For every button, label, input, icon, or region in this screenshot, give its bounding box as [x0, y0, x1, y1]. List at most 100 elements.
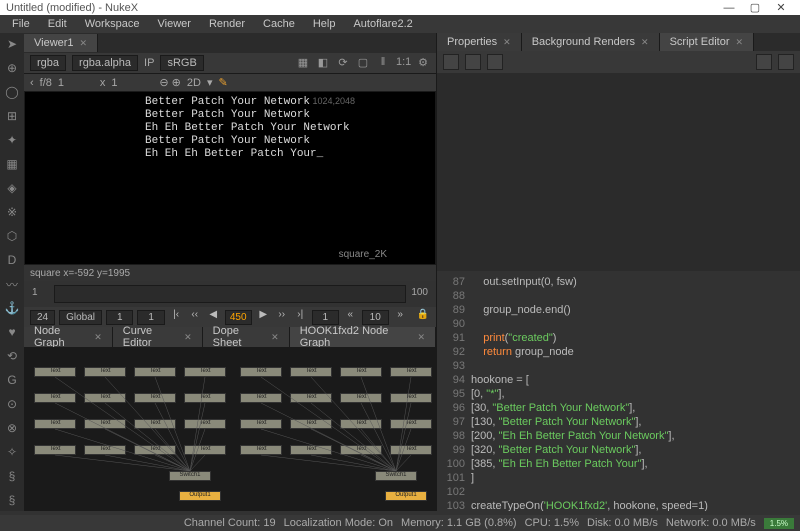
text-node[interactable]: Text [290, 419, 332, 429]
wipe-icon[interactable]: ◧ [316, 56, 330, 70]
close-icon[interactable]: ✕ [417, 332, 425, 343]
ng-tab[interactable]: Dope Sheet✕ [203, 327, 290, 347]
text-node[interactable]: Text [184, 419, 226, 429]
tool-icon-4[interactable]: ✦ [5, 133, 19, 147]
output-node[interactable]: Output1 [179, 491, 221, 501]
clear-button[interactable] [465, 54, 481, 70]
tool-icon-15[interactable]: ⊙ [5, 397, 19, 411]
menu-viewer[interactable]: Viewer [150, 16, 199, 32]
close-icon[interactable]: ✕ [736, 37, 744, 48]
text-node[interactable]: Text [340, 445, 382, 455]
menu-autoflare2.2[interactable]: Autoflare2.2 [345, 16, 420, 32]
first-frame-button[interactable]: |‹ [169, 309, 184, 325]
settings-icon[interactable]: ⚙ [416, 56, 430, 70]
next-keyframe-button[interactable]: ›› [274, 309, 289, 325]
tool-icon-13[interactable]: ⟲ [5, 349, 19, 363]
tool-icon-16[interactable]: ⊗ [5, 421, 19, 435]
step-back-button[interactable]: « [343, 309, 358, 325]
tool-icon-2[interactable]: ◯ [5, 85, 19, 99]
output-node[interactable]: Output1 [385, 491, 427, 501]
tool-icon-11[interactable]: ⚓ [5, 301, 19, 315]
view-mode-dropdown[interactable]: 2D [187, 77, 201, 89]
alpha-dropdown[interactable]: rgba.alpha [72, 55, 138, 71]
panel-tab[interactable]: Background Renders✕ [522, 33, 660, 51]
text-node[interactable]: Text [390, 393, 432, 403]
panel-tab[interactable]: Properties✕ [437, 33, 522, 51]
menu-render[interactable]: Render [201, 16, 253, 32]
frame-out[interactable]: 1 [312, 310, 339, 325]
close-icon[interactable]: ✕ [641, 37, 649, 48]
panel-tab[interactable]: Script Editor✕ [660, 33, 754, 51]
text-node[interactable]: Text [84, 367, 126, 377]
play-forward-button[interactable]: ▶ [256, 309, 271, 325]
roi-icon[interactable]: ▢ [356, 56, 370, 70]
close-panel-button[interactable] [778, 54, 794, 70]
timeline[interactable]: 1 100 [24, 281, 436, 307]
text-node[interactable]: Text [134, 445, 176, 455]
menu-workspace[interactable]: Workspace [77, 16, 148, 32]
chevron-down-icon[interactable]: ▾ [207, 76, 213, 89]
text-node[interactable]: Text [34, 419, 76, 429]
text-node[interactable]: Text [390, 419, 432, 429]
text-node[interactable]: Text [184, 393, 226, 403]
text-node[interactable]: Text [390, 367, 432, 377]
last-frame-button[interactable]: ›| [293, 309, 308, 325]
text-node[interactable]: Text [184, 445, 226, 455]
ng-tab[interactable]: HOOK1fxd2 Node Graph✕ [290, 327, 436, 347]
close-icon[interactable]: ✕ [271, 332, 279, 343]
prev-keyframe-button[interactable]: ‹‹ [187, 309, 202, 325]
step-fwd-button[interactable]: » [393, 309, 408, 325]
tool-icon-8[interactable]: ⬡ [5, 229, 19, 243]
minimize-button[interactable]: — [716, 2, 742, 14]
text-node[interactable]: Text [240, 419, 282, 429]
close-button[interactable]: ✕ [768, 1, 794, 14]
jump-frames[interactable]: 10 [362, 310, 389, 325]
fps-dropdown[interactable]: 24 [30, 310, 55, 325]
tool-icon-1[interactable]: ⊕ [5, 61, 19, 75]
color-picker-icon[interactable]: ✎ [219, 76, 228, 89]
layout-icon[interactable]: ▦ [296, 56, 310, 70]
text-node[interactable]: Text [34, 445, 76, 455]
run-button[interactable] [443, 54, 459, 70]
lock-icon[interactable]: 🔒 [415, 309, 430, 325]
x-value[interactable]: 1 [111, 77, 147, 89]
maximize-button[interactable]: ▢ [742, 1, 768, 14]
tool-icon-12[interactable]: ♥ [5, 325, 19, 339]
script-editor[interactable]: 87 out.setInput(0, fsw)8889 group_node.e… [437, 271, 800, 511]
menu-cache[interactable]: Cache [255, 16, 303, 32]
close-icon[interactable]: ✕ [80, 38, 88, 49]
ng-tab[interactable]: Node Graph✕ [24, 327, 113, 347]
pause-icon[interactable]: ‖ [376, 56, 390, 70]
fstop-value[interactable]: 1 [58, 77, 94, 89]
tool-icon-0[interactable]: ➤ [5, 37, 19, 51]
text-node[interactable]: Text [340, 393, 382, 403]
tool-icon-19[interactable]: § [5, 493, 19, 507]
play-back-button[interactable]: ◀ [206, 309, 221, 325]
text-node[interactable]: Text [84, 445, 126, 455]
close-icon[interactable]: ✕ [94, 332, 102, 343]
frame-in[interactable]: 1 [106, 310, 133, 325]
tool-icon-17[interactable]: ✧ [5, 445, 19, 459]
menu-help[interactable]: Help [305, 16, 344, 32]
text-node[interactable]: Text [134, 393, 176, 403]
ng-tab[interactable]: Curve Editor✕ [113, 327, 203, 347]
viewer-tab[interactable]: Viewer1 ✕ [24, 34, 98, 52]
tool-icon-3[interactable]: ⊞ [5, 109, 19, 123]
current-frame[interactable]: 450 [225, 310, 252, 325]
text-node[interactable]: Text [134, 367, 176, 377]
text-node[interactable]: Text [240, 445, 282, 455]
colorspace-dropdown[interactable]: sRGB [160, 55, 203, 71]
menu-edit[interactable]: Edit [40, 16, 75, 32]
menu-file[interactable]: File [4, 16, 38, 32]
text-node[interactable]: Text [290, 445, 332, 455]
text-node[interactable]: Text [240, 393, 282, 403]
tool-icon-14[interactable]: G [5, 373, 19, 387]
tool-icon-10[interactable]: 〰 [5, 277, 19, 291]
tool-icon-9[interactable]: D [5, 253, 19, 267]
save-button[interactable] [487, 54, 503, 70]
playback-mode-dropdown[interactable]: Global [59, 310, 102, 325]
text-node[interactable]: Text [340, 367, 382, 377]
text-node[interactable]: Text [340, 419, 382, 429]
tool-icon-18[interactable]: § [5, 469, 19, 483]
frame-lock[interactable]: 1 [137, 310, 164, 325]
